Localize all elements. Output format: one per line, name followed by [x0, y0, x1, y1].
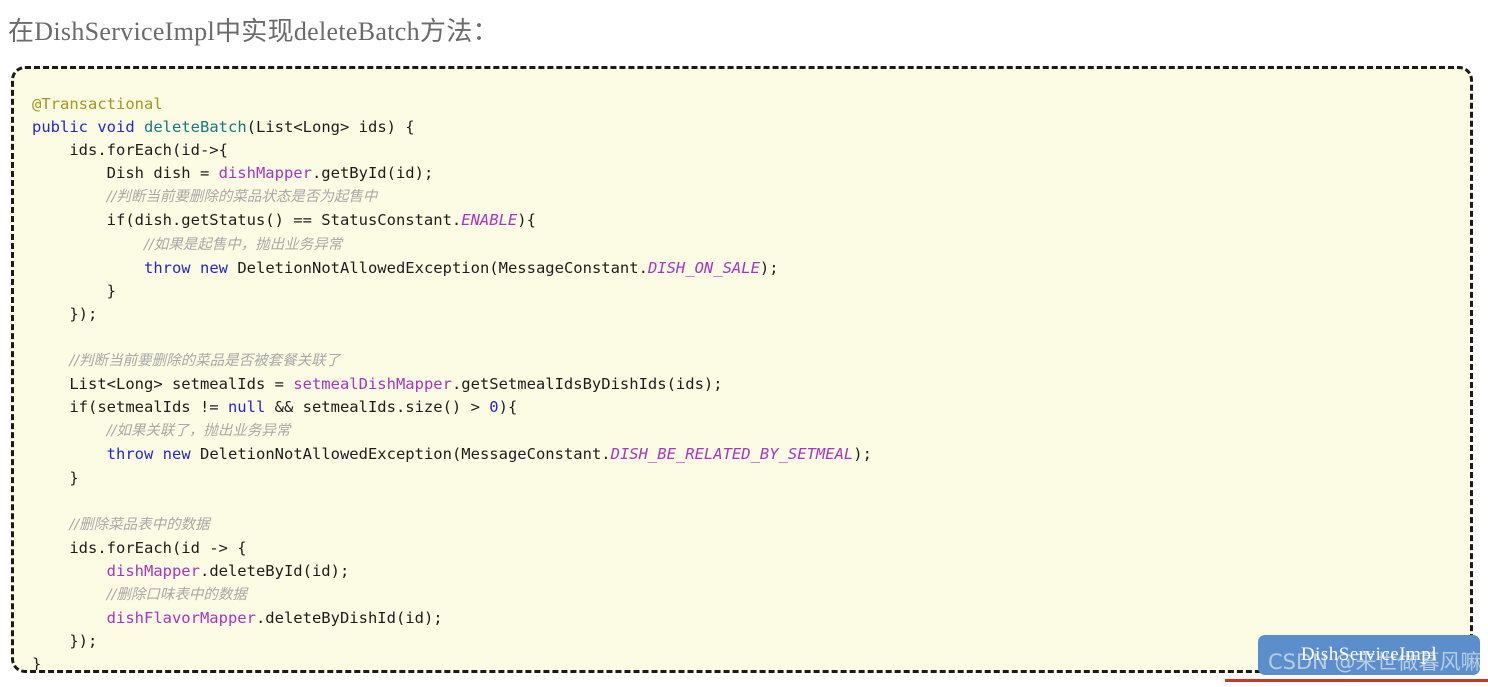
- code-token-number: 0: [489, 398, 499, 417]
- code-line: ids.forEach(id->{: [32, 139, 1470, 162]
- code-line: throw new DeletionNotAllowedException(Me…: [32, 443, 1470, 466]
- code-line: ​: [32, 490, 1470, 513]
- code-token-plain: && setmealIds.size() >: [265, 398, 490, 417]
- code-token-plain: }: [69, 468, 79, 487]
- code-token-comment: //删除菜品表中的数据: [69, 516, 210, 533]
- code-token-comment: //判断当前要删除的菜品是否被套餐关联了: [69, 353, 341, 370]
- code-token-keyword: throw: [106, 445, 154, 464]
- code-token-constant: DISH_ON_SALE: [647, 258, 760, 277]
- code-line: ​: [32, 326, 1470, 349]
- code-token-plain: });: [69, 304, 98, 323]
- code-token-method: deleteBatch: [144, 118, 247, 137]
- code-token-plain: .getById(id);: [311, 164, 434, 183]
- code-token-keyword: throw: [143, 258, 191, 277]
- code-line: //删除口味表中的数据: [32, 583, 1470, 607]
- page-title: 在DishServiceImpl中实现deleteBatch方法：: [8, 17, 499, 46]
- code-line: @Transactional: [32, 93, 1470, 116]
- code-token-keyword: void: [97, 118, 135, 137]
- code-token-plain: );: [853, 445, 872, 464]
- code-token-comment: //如果是起售中，抛出业务异常: [143, 236, 343, 253]
- code-line: }: [32, 280, 1470, 303]
- code-token-plain: Dish dish =: [106, 164, 219, 183]
- code-line: if(setmealIds != null && setmealIds.size…: [32, 396, 1470, 419]
- code-token-comment: //删除口味表中的数据: [106, 586, 247, 603]
- code-token-field: setmealDishMapper: [293, 375, 452, 394]
- code-line: public void deleteBatch(List<Long> ids) …: [32, 116, 1470, 139]
- code-line: ids.forEach(id -> {: [32, 537, 1470, 560]
- code-line: if(dish.getStatus() == StatusConstant.EN…: [32, 209, 1470, 232]
- code-token-plain: (List<Long> ids) {: [246, 118, 415, 137]
- bottom-red-rule: [1225, 679, 1488, 682]
- code-token-plain: if(dish.getStatus() == StatusConstant.: [106, 211, 462, 230]
- code-token-field: dishFlavorMapper: [106, 609, 256, 628]
- code-token-plain: DeletionNotAllowedException(MessageConst…: [228, 258, 648, 277]
- code-token-comment: //如果关联了，抛出业务异常: [106, 423, 291, 440]
- tooltip-badge-label: DishServiceImpl: [1300, 644, 1438, 665]
- code-token-plain: DeletionNotAllowedException(MessageConst…: [190, 445, 611, 464]
- code-token-constant: DISH_BE_RELATED_BY_SETMEAL: [610, 445, 854, 464]
- code-line: List<Long> setmealIds = setmealDishMappe…: [32, 373, 1470, 396]
- code-token-comment: //判断当前要删除的菜品状态是否为起售中: [106, 189, 378, 206]
- code-line: dishMapper.deleteById(id);: [32, 560, 1470, 583]
- code-line: //判断当前要删除的菜品是否被套餐关联了: [32, 349, 1470, 373]
- code-token-plain: List<Long> setmealIds =: [69, 375, 294, 394]
- code-token-field: dishMapper: [106, 561, 200, 580]
- code-token-keyword: null: [227, 398, 266, 417]
- code-line: //判断当前要删除的菜品状态是否为起售中: [32, 185, 1470, 209]
- code-token-plain: );: [759, 258, 779, 277]
- code-token-constant: ENABLE: [461, 211, 518, 230]
- code-token-plain: if(setmealIds !=: [69, 398, 228, 417]
- tooltip-badge: DishServiceImpl: [1258, 635, 1480, 675]
- code-line: //如果关联了，抛出业务异常: [32, 419, 1470, 443]
- code-line: //删除菜品表中的数据: [32, 513, 1470, 537]
- code-token-annotation: @Transactional: [32, 95, 163, 113]
- code-line: }: [32, 467, 1470, 490]
- code-token-keyword: public: [32, 118, 88, 137]
- code-token-plain: .deleteById(id);: [199, 561, 350, 580]
- code-token-keyword: new: [200, 258, 228, 277]
- code-token-plain: .getSetmealIdsByDishIds(ids);: [451, 375, 723, 394]
- code-token-plain: ){: [498, 398, 518, 417]
- code-line: });: [32, 630, 1470, 653]
- code-token-plain: }: [32, 655, 42, 673]
- code-token-plain: });: [69, 632, 98, 651]
- code-line: throw new DeletionNotAllowedException(Me…: [32, 257, 1470, 280]
- code-token-plain: }: [106, 281, 116, 300]
- code-line: }: [32, 653, 1470, 673]
- code-token-plain: .deleteByDishId(id);: [255, 609, 443, 628]
- code-token-plain: ids.forEach(id -> {: [69, 538, 247, 557]
- code-line: });: [32, 303, 1470, 326]
- code-token-plain: ids.forEach(id->{: [69, 141, 228, 160]
- code-line: dishFlavorMapper.deleteByDishId(id);: [32, 607, 1470, 630]
- code-token-keyword: new: [162, 445, 191, 464]
- code-line: //如果是起售中，抛出业务异常: [32, 233, 1470, 257]
- code-token-field: dishMapper: [218, 164, 312, 183]
- code-block-card: @Transactional public void deleteBatch(Li…: [11, 66, 1473, 673]
- code-token-plain: ){: [517, 211, 536, 230]
- code-line: Dish dish = dishMapper.getById(id);: [32, 162, 1470, 185]
- java-code-listing: @Transactional public void deleteBatch(Li…: [32, 93, 1470, 673]
